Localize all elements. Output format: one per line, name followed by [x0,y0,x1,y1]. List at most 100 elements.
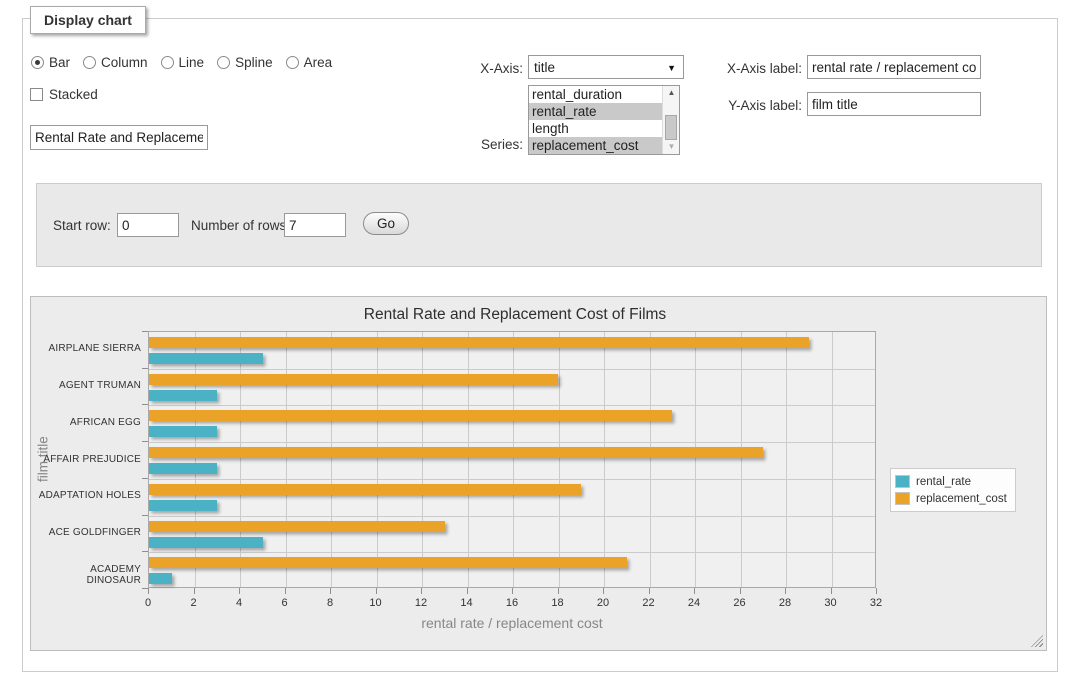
x-axis-tick [239,588,240,594]
chart-title: Rental Rate and Replacement Cost of Film… [31,306,999,324]
x-axis-label-input[interactable] [807,55,981,79]
bar-rental_rate [149,390,217,401]
y-axis-tick [142,441,148,442]
series-option-rental_rate[interactable]: rental_rate [529,103,662,120]
y-axis-tick [142,515,148,516]
chart-type-option-line[interactable]: Line [161,55,205,70]
bar-rental_rate [149,353,263,364]
x-tick-label: 12 [415,597,427,609]
scroll-up-icon[interactable]: ▲ [663,86,680,100]
chart-type-option-area[interactable]: Area [286,55,333,70]
bar-replacement_cost [149,557,627,568]
x-axis-tick [421,588,422,594]
row-range-panel: Start row: Number of rows: Go [36,183,1042,267]
x-axis-selected-value: title [534,60,555,75]
chart-title-input[interactable] [30,125,208,150]
radio-button[interactable] [161,56,174,69]
x-tick-label: 2 [190,597,196,609]
series-option-length[interactable]: length [529,120,662,137]
x-axis-select[interactable]: title ▼ [528,55,684,79]
gridline-vertical [468,332,469,587]
y-axis-label-input[interactable] [807,92,981,116]
gridline-horizontal [149,516,875,517]
bar-rental_rate [149,573,172,584]
chart-type-label: Column [101,55,148,70]
gridline-vertical [422,332,423,587]
gridline-vertical [377,332,378,587]
x-tick-label: 16 [506,597,518,609]
gridline-vertical [240,332,241,587]
resize-handle-icon[interactable] [1031,635,1043,647]
scrollbar-thumb[interactable] [665,115,677,140]
chart-container: Rental Rate and Replacement Cost of Film… [30,296,1047,651]
bar-rental_rate [149,500,217,511]
stacked-checkbox[interactable] [30,88,43,101]
gridline-vertical [741,332,742,587]
x-axis-tick [603,588,604,594]
x-tick-label: 10 [369,597,381,609]
series-multiselect[interactable]: rental_durationrental_ratelengthreplacem… [528,85,680,155]
x-axis-tick [740,588,741,594]
y-axis-tick [142,404,148,405]
x-tick-label: 30 [824,597,836,609]
series-option-replacement_cost[interactable]: replacement_cost [529,137,662,154]
series-option-rental_duration[interactable]: rental_duration [529,86,662,103]
chart-type-label: Area [304,55,333,70]
go-button[interactable]: Go [363,212,409,235]
y-category-label: ADAPTATION HOLES [35,490,141,501]
chart-type-option-column[interactable]: Column [83,55,148,70]
gridline-horizontal [149,405,875,406]
chart-type-label: Spline [235,55,273,70]
x-tick-label: 22 [642,597,654,609]
x-tick-label: 8 [327,597,333,609]
gridline-vertical [286,332,287,587]
y-axis-label-caption: Y-Axis label: [700,98,802,113]
x-tick-label: 18 [551,597,563,609]
chart-legend: rental_ratereplacement_cost [890,468,1016,512]
chevron-down-icon: ▼ [667,63,676,73]
gridline-horizontal [149,479,875,480]
chart-type-option-spline[interactable]: Spline [217,55,273,70]
gridline-horizontal [149,442,875,443]
gridline-vertical [559,332,560,587]
y-category-label: AFRICAN EGG [35,417,141,428]
start-row-input[interactable] [117,213,179,237]
legend-swatch [895,475,910,488]
chart-type-label: Line [179,55,205,70]
scroll-down-icon[interactable]: ▼ [663,140,680,154]
gridline-vertical [650,332,651,587]
x-axis-tick [376,588,377,594]
x-axis-tick [330,588,331,594]
bar-replacement_cost [149,374,558,385]
legend-label: rental_rate [916,476,971,488]
x-axis-tick [876,588,877,594]
gridline-vertical [604,332,605,587]
radio-button[interactable] [31,56,44,69]
bar-replacement_cost [149,447,763,458]
x-axis-tick [831,588,832,594]
x-tick-label: 4 [236,597,242,609]
x-tick-label: 28 [779,597,791,609]
stacked-checkbox-row[interactable]: Stacked [30,87,98,102]
radio-button[interactable] [83,56,96,69]
x-axis-tick [512,588,513,594]
radio-button[interactable] [286,56,299,69]
x-axis-tick [285,588,286,594]
x-axis-label-caption: X-Axis label: [700,61,802,76]
y-category-labels: AIRPLANE SIERRAAGENT TRUMANAFRICAN EGGAF… [35,331,141,588]
series-caption: Series: [420,137,523,152]
bar-replacement_cost [149,484,581,495]
y-axis-tick [142,551,148,552]
chart-x-axis-title: rental rate / replacement cost [148,615,876,631]
chart-type-label: Bar [49,55,70,70]
bar-replacement_cost [149,521,445,532]
y-category-label: ACADEMY DINOSAUR [35,564,141,586]
x-axis-tick [649,588,650,594]
x-axis-tick [694,588,695,594]
radio-button[interactable] [217,56,230,69]
y-axis-tick [142,331,148,332]
chart-type-option-bar[interactable]: Bar [31,55,70,70]
y-category-label: AFFAIR PREJUDICE [35,454,141,465]
num-rows-input[interactable] [284,213,346,237]
series-scrollbar[interactable]: ▲ ▼ [662,86,679,154]
